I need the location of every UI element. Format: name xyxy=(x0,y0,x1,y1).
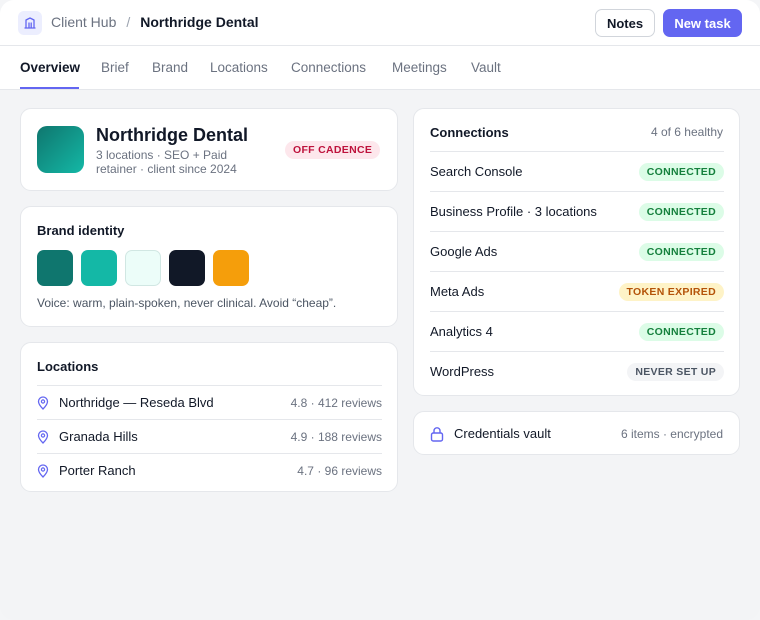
location-name: Granada Hills xyxy=(59,429,138,444)
tab-brief[interactable]: Brief xyxy=(101,60,129,75)
map-pin-icon xyxy=(37,430,49,444)
brand-identity-card: Brand identity Voice: warm, plain-spoken… xyxy=(20,206,398,327)
active-tab-indicator xyxy=(20,87,79,89)
brand-color-swatch[interactable] xyxy=(37,250,73,286)
tab-meetings[interactable]: Meetings xyxy=(392,60,447,75)
building-icon[interactable] xyxy=(18,11,42,35)
connection-status-badge: CONNECTED xyxy=(638,243,724,261)
brand-identity-title: Brand identity xyxy=(37,223,125,238)
tab-brand[interactable]: Brand xyxy=(152,60,188,75)
tab-bar: Overview Brief Brand Locations Connectio… xyxy=(0,46,760,90)
connection-status-badge: NEVER SET UP xyxy=(627,363,724,381)
connection-name: Google Ads xyxy=(430,244,498,259)
map-pin-icon xyxy=(37,396,49,410)
locations-title: Locations xyxy=(37,359,99,374)
client-profile-card: Northridge Dental 3 locations · SEO + Pa… xyxy=(20,108,398,191)
tab-locations[interactable]: Locations xyxy=(210,60,268,75)
connection-row[interactable]: Search Console CONNECTED xyxy=(430,151,724,191)
connection-name: Meta Ads xyxy=(430,284,485,299)
connection-status-badge: CONNECTED xyxy=(638,323,724,341)
connections-title: Connections xyxy=(430,125,509,140)
brand-color-swatch[interactable] xyxy=(169,250,205,286)
location-row[interactable]: Porter Ranch 4.7 · 96 reviews xyxy=(37,453,382,487)
brand-color-swatch[interactable] xyxy=(213,250,249,286)
notes-button[interactable]: Notes xyxy=(595,9,655,37)
connection-row[interactable]: Analytics 4 CONNECTED xyxy=(430,311,724,351)
connection-name: Business Profile · 3 locations xyxy=(430,204,597,219)
brand-voice-text: Voice: warm, plain-spoken, never clinica… xyxy=(37,296,337,310)
credentials-vault-card[interactable]: Credentials vault 6 items · encrypted xyxy=(413,411,740,455)
map-pin-icon xyxy=(37,464,49,478)
connection-row[interactable]: Meta Ads TOKEN EXPIRED xyxy=(430,271,724,311)
top-bar: Client Hub / Northridge Dental Notes New… xyxy=(0,0,760,46)
client-avatar xyxy=(37,126,84,173)
connection-status-badge: CONNECTED xyxy=(638,163,724,181)
brand-color-swatch[interactable] xyxy=(81,250,117,286)
connection-row[interactable]: Google Ads CONNECTED xyxy=(430,231,724,271)
brand-color-swatch[interactable] xyxy=(125,250,161,286)
location-rating: 4.7 · 96 reviews xyxy=(297,464,382,478)
location-name: Northridge — Reseda Blvd xyxy=(59,395,214,410)
connection-name: Search Console xyxy=(430,164,523,179)
connection-status-badge: CONNECTED xyxy=(638,203,724,221)
connection-row[interactable]: Business Profile · 3 locations CONNECTED xyxy=(430,191,724,231)
client-summary-line-1: 3 locations · SEO + Paid xyxy=(96,148,228,162)
lock-icon xyxy=(430,427,444,442)
client-summary-line-2: retainer · client since 2024 xyxy=(96,162,237,176)
app-window: Client Hub / Northridge Dental Notes New… xyxy=(0,0,760,620)
client-name: Northridge Dental xyxy=(96,125,249,145)
cadence-status-badge: OFF CADENCE xyxy=(285,141,381,159)
breadcrumb-current-client: Northridge Dental xyxy=(140,14,259,30)
location-row[interactable]: Northridge — Reseda Blvd 4.8 · 412 revie… xyxy=(37,385,382,419)
location-rating: 4.9 · 188 reviews xyxy=(290,430,382,444)
client-summary: 3 locations · SEO + Paid retainer · clie… xyxy=(96,148,266,176)
breadcrumb: Client Hub / Northridge Dental xyxy=(51,14,259,30)
tab-connections[interactable]: Connections xyxy=(291,60,366,75)
new-task-button[interactable]: New task xyxy=(663,9,742,37)
location-row[interactable]: Granada Hills 4.9 · 188 reviews xyxy=(37,419,382,453)
location-rating: 4.8 · 412 reviews xyxy=(290,396,382,410)
credentials-vault-meta: 6 items · encrypted xyxy=(620,427,723,441)
tab-vault[interactable]: Vault xyxy=(471,60,501,75)
connection-name: WordPress xyxy=(430,364,495,379)
connection-name: Analytics 4 xyxy=(430,324,493,339)
breadcrumb-separator: / xyxy=(126,14,131,30)
connection-row[interactable]: WordPress NEVER SET UP xyxy=(430,351,724,391)
connections-card: Connections 4 of 6 healthy Search Consol… xyxy=(413,108,740,396)
location-name: Porter Ranch xyxy=(59,463,136,478)
connection-status-badge: TOKEN EXPIRED xyxy=(618,283,724,301)
tab-overview[interactable]: Overview xyxy=(20,60,80,75)
connections-health-summary: 4 of 6 healthy xyxy=(650,125,723,139)
locations-card: Locations Northridge — Reseda Blvd 4.8 ·… xyxy=(20,342,398,492)
breadcrumb-app-link[interactable]: Client Hub xyxy=(51,14,116,30)
credentials-vault-title: Credentials vault xyxy=(454,426,551,441)
